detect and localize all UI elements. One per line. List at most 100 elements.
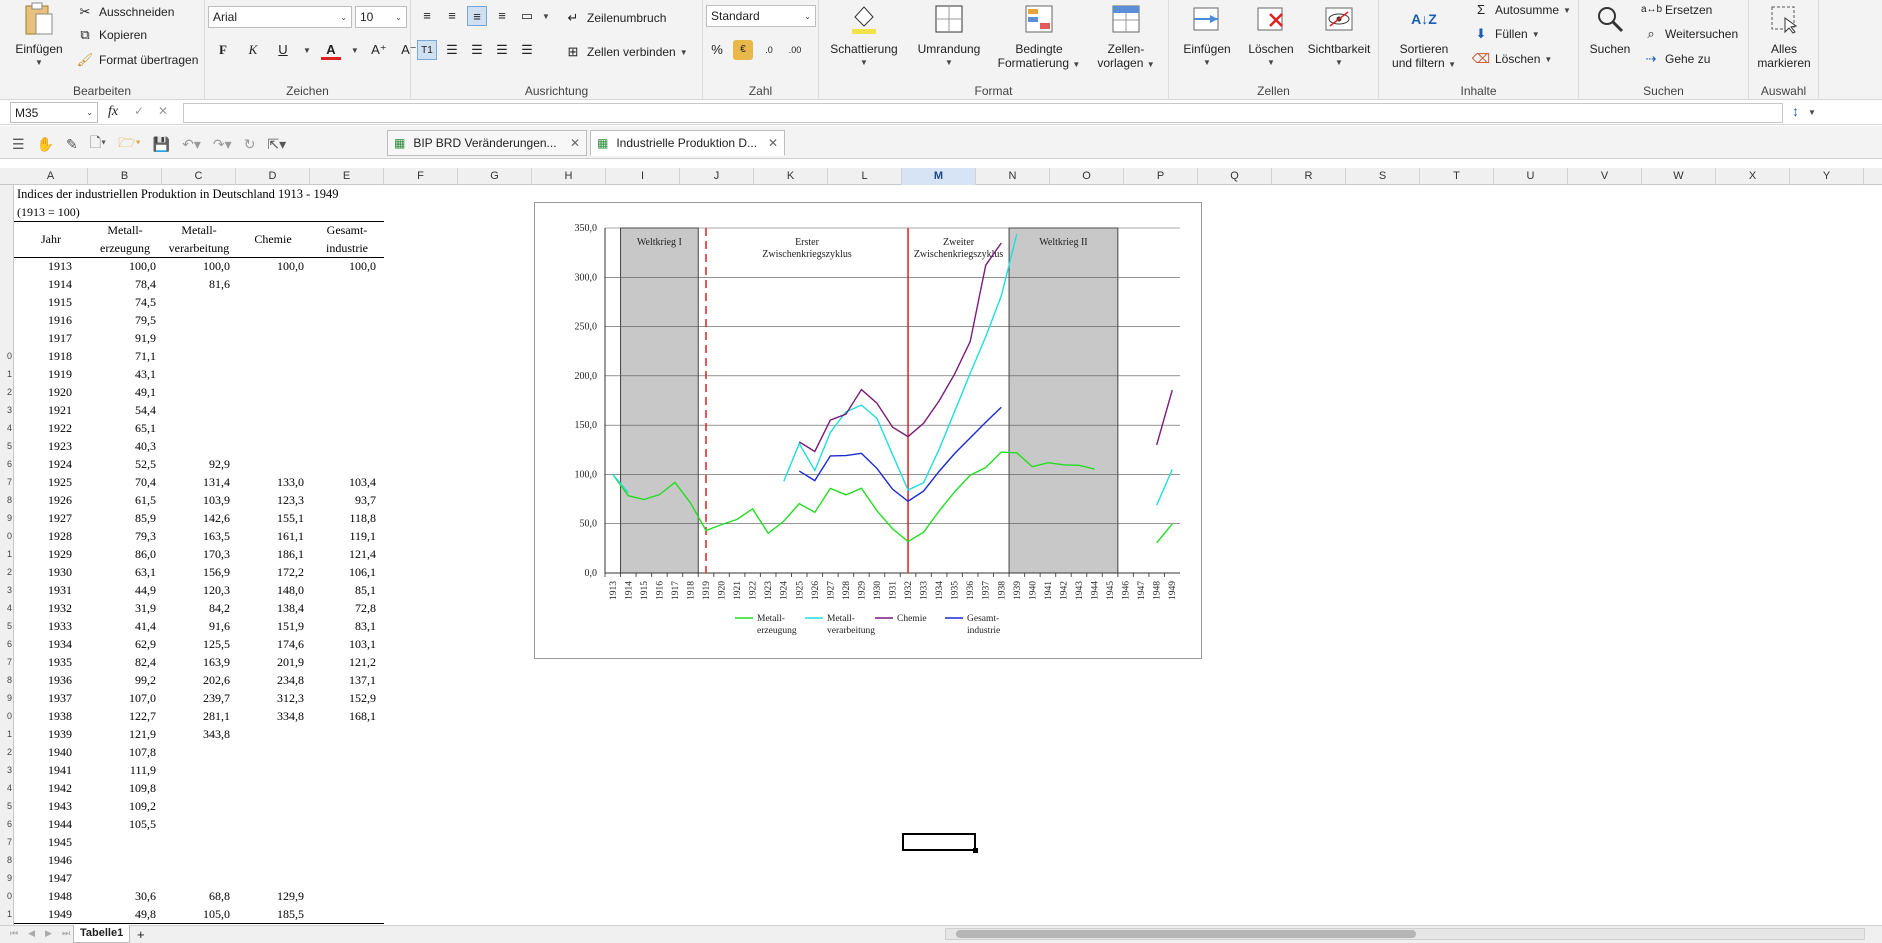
cell-year[interactable]: 1925 (14, 473, 72, 491)
align-top-icon[interactable]: ≡ (417, 6, 437, 26)
cell-value[interactable] (236, 383, 304, 401)
cell-year[interactable]: 1926 (14, 491, 72, 509)
decrease-decimal-icon[interactable]: .00 (785, 40, 805, 60)
cell-value[interactable]: 65,1 (88, 419, 156, 437)
cell-year[interactable]: 1919 (14, 365, 72, 383)
cell-year[interactable]: 1920 (14, 383, 72, 401)
cell-value[interactable]: 151,9 (236, 617, 304, 635)
cell-value[interactable]: 161,1 (236, 527, 304, 545)
column-header-s[interactable]: S (1346, 168, 1420, 185)
cell-year[interactable]: 1918 (14, 347, 72, 365)
cell-value[interactable]: 343,8 (162, 725, 230, 743)
cell-value[interactable] (310, 851, 376, 869)
horizontal-scrollbar[interactable] (945, 928, 1865, 940)
row-header[interactable]: 9 (0, 869, 14, 887)
cell-value[interactable] (310, 275, 376, 293)
scrollbar-thumb[interactable] (956, 930, 1416, 938)
cell-year[interactable]: 1946 (14, 851, 72, 869)
shading-button[interactable]: Schattierung ▼ (829, 2, 899, 70)
cell-value[interactable]: 109,2 (88, 797, 156, 815)
cell-value[interactable]: 68,8 (162, 887, 230, 905)
bold-icon[interactable]: F (213, 40, 233, 60)
cell-value[interactable]: 137,1 (310, 671, 376, 689)
cell-value[interactable] (236, 833, 304, 851)
cell-value[interactable]: 100,0 (162, 257, 230, 275)
column-header-i[interactable]: I (606, 168, 680, 185)
cell-value[interactable]: 40,3 (88, 437, 156, 455)
row-header[interactable]: 5 (0, 797, 14, 815)
visibility-button[interactable]: Sichtbarkeit ▼ (1303, 2, 1375, 70)
cell-value[interactable] (162, 815, 230, 833)
autosum-button[interactable]: Σ Autosumme ▼ (1471, 0, 1571, 20)
cell-value[interactable] (162, 761, 230, 779)
close-icon[interactable]: ✕ (768, 136, 778, 150)
row-header[interactable]: 8 (0, 491, 14, 509)
refresh-icon[interactable]: ↻ (244, 136, 256, 153)
cell-year[interactable]: 1922 (14, 419, 72, 437)
cell-value[interactable]: 174,6 (236, 635, 304, 653)
column-header-x[interactable]: X (1716, 168, 1790, 185)
cell-value[interactable] (236, 347, 304, 365)
cell-value[interactable]: 105,0 (162, 905, 230, 923)
cell-year[interactable]: 1937 (14, 689, 72, 707)
cell-value[interactable] (88, 851, 156, 869)
cell-value[interactable]: 100,0 (88, 257, 156, 275)
undo-icon[interactable]: ↶▾ (182, 136, 201, 153)
cell-year[interactable]: 1930 (14, 563, 72, 581)
cell-value[interactable]: 99,2 (88, 671, 156, 689)
cell-value[interactable]: 125,5 (162, 635, 230, 653)
production-chart[interactable]: Weltkrieg I Weltkrieg II 0,0 50,0 100,0 150,0… (534, 202, 1202, 659)
cell-value[interactable] (236, 365, 304, 383)
cell-year[interactable]: 1936 (14, 671, 72, 689)
font-size-select[interactable]: 10 ⌄ (355, 6, 407, 28)
row-header[interactable] (0, 257, 14, 275)
row-header[interactable]: 6 (0, 815, 14, 833)
column-header-r[interactable]: R (1272, 168, 1346, 185)
fill-button[interactable]: ⬇ Füllen ▼ (1471, 24, 1540, 44)
cell-value[interactable] (310, 779, 376, 797)
search-button[interactable]: Suchen (1585, 2, 1635, 56)
column-header-v[interactable]: V (1568, 168, 1642, 185)
align-middle-icon[interactable]: ≡ (442, 6, 462, 26)
cell-value[interactable] (88, 833, 156, 851)
cell-value[interactable] (236, 311, 304, 329)
row-header[interactable]: 0 (0, 707, 14, 725)
cell-value[interactable]: 121,9 (88, 725, 156, 743)
cell-value[interactable] (310, 311, 376, 329)
wrap-indent-icon[interactable]: T1 (417, 40, 437, 60)
cell-value[interactable] (88, 869, 156, 887)
cell-value[interactable] (162, 383, 230, 401)
font-family-select[interactable]: Arial ⌄ (208, 6, 352, 28)
row-header[interactable]: 6 (0, 455, 14, 473)
cell-value[interactable] (162, 293, 230, 311)
row-header[interactable]: 3 (0, 761, 14, 779)
formula-input[interactable] (183, 103, 1783, 123)
cell-value[interactable]: 107,0 (88, 689, 156, 707)
italic-icon[interactable]: K (243, 40, 263, 60)
cell-value[interactable] (236, 851, 304, 869)
row-header[interactable]: 9 (0, 689, 14, 707)
row-header[interactable]: 0 (0, 347, 14, 365)
cell-value[interactable]: 201,9 (236, 653, 304, 671)
add-sheet-icon[interactable]: + (137, 927, 145, 942)
cell-value[interactable] (310, 761, 376, 779)
cell-value[interactable]: 91,9 (88, 329, 156, 347)
row-header[interactable]: 4 (0, 599, 14, 617)
column-header-j[interactable]: J (680, 168, 754, 185)
row-header[interactable] (0, 275, 14, 293)
cell-value[interactable]: 79,5 (88, 311, 156, 329)
cell-value[interactable] (236, 401, 304, 419)
cut-button[interactable]: ✂ Ausschneiden (75, 2, 175, 22)
cell-value[interactable]: 71,1 (88, 347, 156, 365)
row-header[interactable]: 5 (0, 617, 14, 635)
cell-year[interactable]: 1914 (14, 275, 72, 293)
row-header[interactable]: 1 (0, 365, 14, 383)
cell-value[interactable] (236, 419, 304, 437)
cell-value[interactable]: 122,7 (88, 707, 156, 725)
tab-industrielle-produktion[interactable]: ▦ Industrielle Produktion D... ✕ (590, 130, 785, 156)
underline-caret-icon[interactable]: ▼ (303, 46, 311, 55)
cell-value[interactable]: 93,7 (310, 491, 376, 509)
cell-value[interactable]: 63,1 (88, 563, 156, 581)
function-wizard-icon[interactable]: fx (108, 104, 118, 120)
cell-value[interactable]: 120,3 (162, 581, 230, 599)
